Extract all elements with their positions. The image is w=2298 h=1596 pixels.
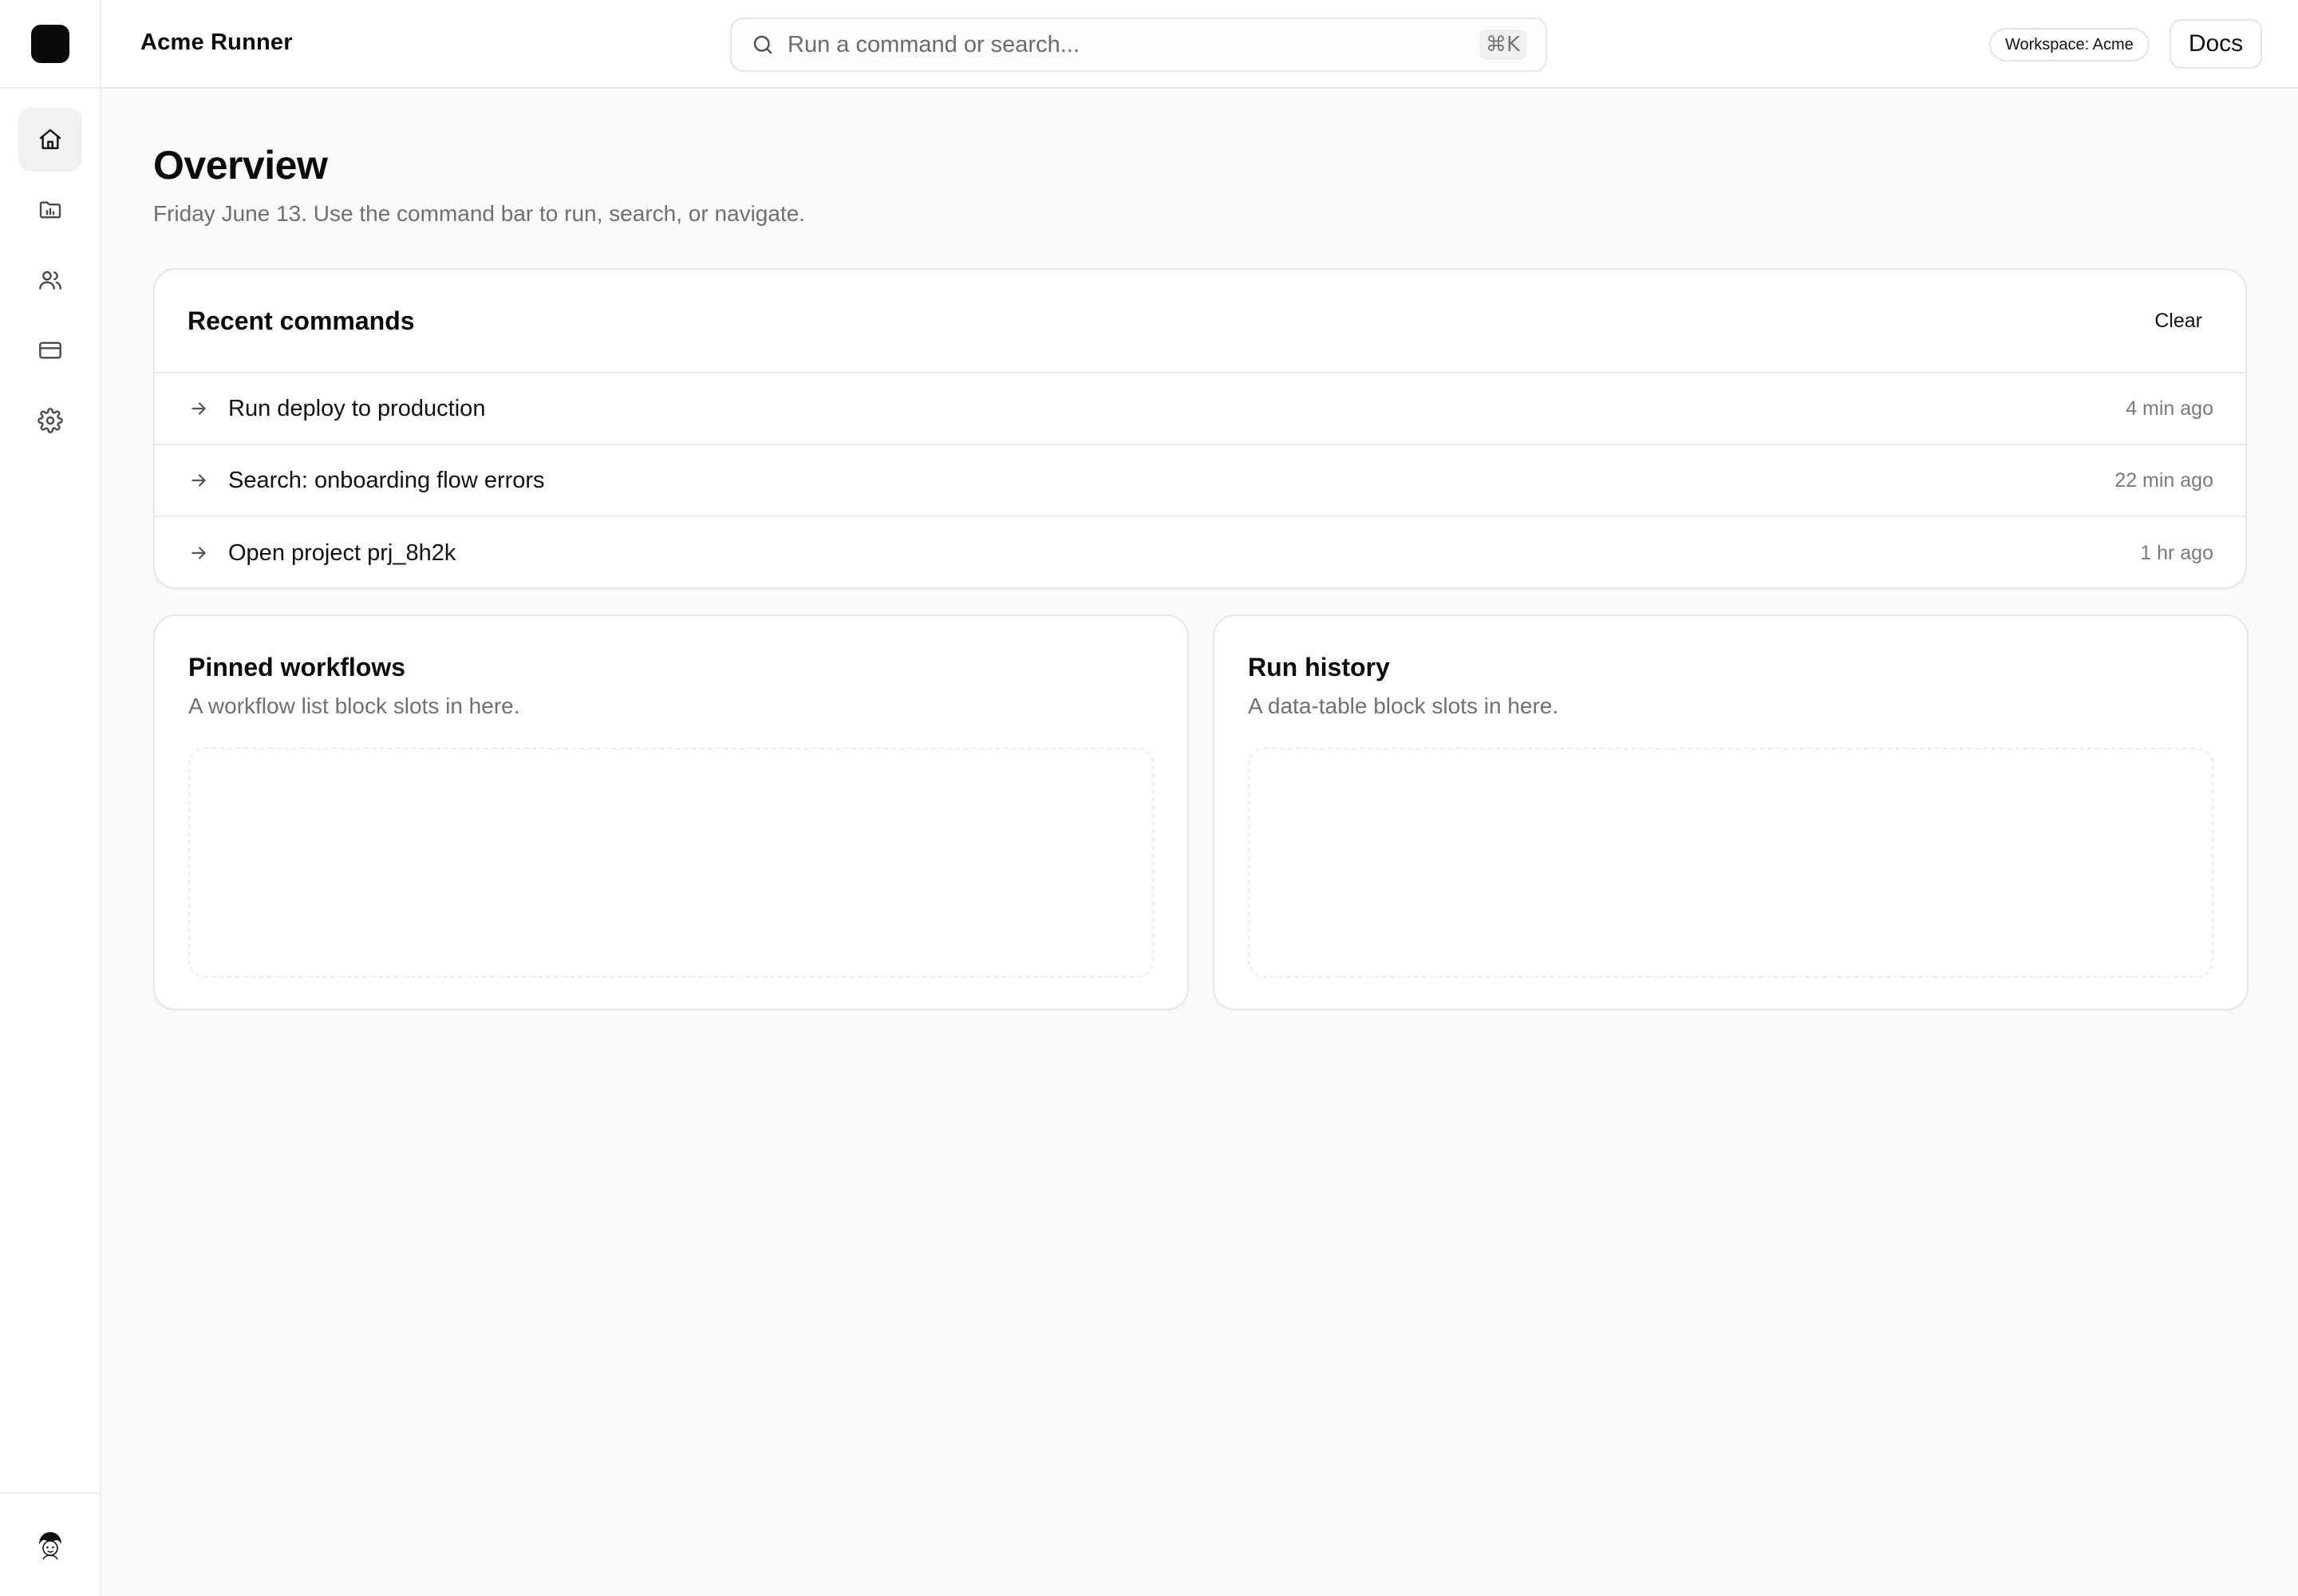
pinned-workflows-card: Pinned workflows A workflow list block s… bbox=[153, 614, 1189, 1010]
command-row[interactable]: Search: onboarding flow errors 22 min ag… bbox=[155, 445, 2245, 517]
command-label: Search: onboarding flow errors bbox=[228, 467, 545, 493]
command-time: 1 hr ago bbox=[2140, 541, 2213, 564]
sidebar-item-home[interactable] bbox=[18, 108, 82, 172]
command-search-bar[interactable]: ⌘K bbox=[730, 18, 1547, 72]
logo-area bbox=[0, 0, 100, 89]
search-icon bbox=[753, 35, 772, 54]
recent-commands-card: Recent commands Clear Run deploy to prod… bbox=[153, 268, 2247, 589]
command-row[interactable]: Run deploy to production 4 min ago bbox=[155, 373, 2245, 445]
run-history-description: A data-table block slots in here. bbox=[1248, 693, 1559, 718]
run-history-title: Run history bbox=[1248, 653, 1390, 681]
shortcut-hint: ⌘K bbox=[1479, 30, 1526, 60]
arrow-right-icon bbox=[192, 474, 206, 487]
command-label: Open project prj_8h2k bbox=[228, 539, 456, 566]
app-logo[interactable] bbox=[30, 24, 69, 63]
arrow-right-icon bbox=[192, 547, 206, 559]
run-history-card: Run history A data-table block slots in … bbox=[1213, 614, 2249, 1010]
workflow-list-slot bbox=[188, 748, 1154, 978]
folder-chart-icon bbox=[39, 201, 61, 219]
app-title: Acme Runner bbox=[140, 30, 293, 55]
recent-commands-header: Recent commands Clear bbox=[155, 270, 2245, 373]
command-label: Run deploy to production bbox=[228, 395, 486, 421]
sidebar-item-projects[interactable] bbox=[18, 178, 82, 242]
arrow-right-icon bbox=[192, 402, 206, 415]
command-time: 4 min ago bbox=[2126, 397, 2213, 420]
data-table-slot bbox=[1248, 748, 2213, 978]
search-input[interactable] bbox=[788, 31, 1479, 58]
top-header: Acme Runner ⌘K Workspace: Acme Docs bbox=[101, 0, 2298, 89]
pinned-workflows-title: Pinned workflows bbox=[188, 653, 406, 681]
pinned-workflows-description: A workflow list block slots in here. bbox=[188, 693, 520, 718]
home-icon bbox=[39, 128, 61, 149]
page-subtitle: Friday June 13. Use the command bar to r… bbox=[153, 201, 806, 226]
gear-icon bbox=[37, 408, 63, 433]
page-title: Overview bbox=[153, 143, 328, 188]
sidebar bbox=[0, 0, 101, 1596]
sidebar-nav bbox=[0, 89, 100, 452]
credit-card-icon bbox=[38, 342, 61, 359]
avatar[interactable] bbox=[32, 1527, 68, 1562]
command-row[interactable]: Open project prj_8h2k 1 hr ago bbox=[155, 517, 2245, 587]
docs-button[interactable]: Docs bbox=[2170, 19, 2262, 69]
workspace-badge[interactable]: Workspace: Acme bbox=[1989, 28, 2150, 61]
recent-commands-title: Recent commands bbox=[188, 306, 415, 335]
sidebar-item-settings[interactable] bbox=[18, 389, 82, 452]
app-root: Acme Runner ⌘K Workspace: Acme Docs Over… bbox=[0, 0, 2298, 1596]
user-menu[interactable] bbox=[0, 1492, 100, 1596]
sidebar-item-team[interactable] bbox=[18, 248, 82, 312]
clear-button[interactable]: Clear bbox=[2143, 303, 2213, 339]
users-icon bbox=[38, 271, 61, 290]
sidebar-item-billing[interactable] bbox=[18, 318, 82, 382]
command-time: 22 min ago bbox=[2114, 468, 2213, 492]
